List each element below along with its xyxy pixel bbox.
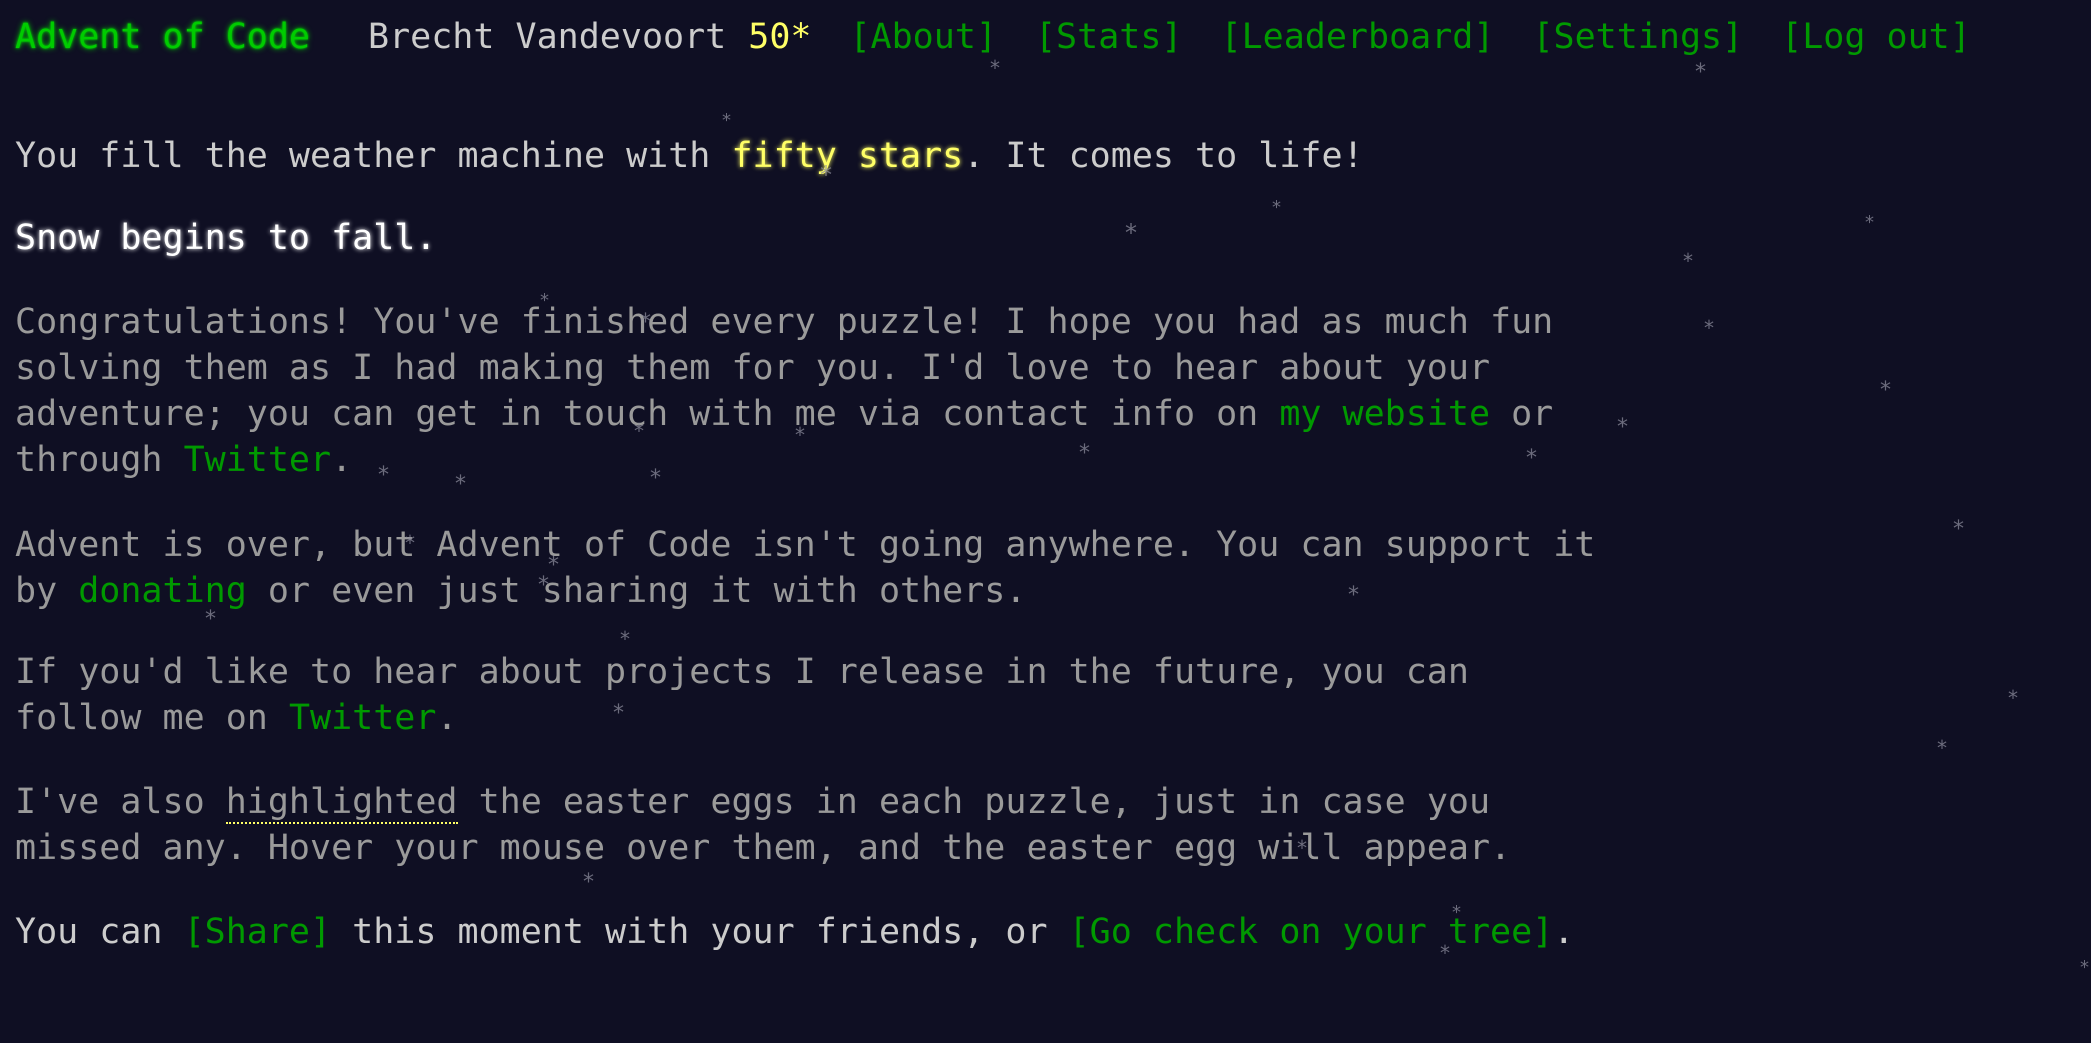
- twitter-link[interactable]: Twitter: [184, 440, 332, 480]
- nav-leaderboard-link[interactable]: [Leaderboard]: [1221, 17, 1495, 57]
- support-paragraph: Advent is over, but Advent of Code isn't…: [15, 522, 1595, 614]
- fifty-stars-text: fifty stars: [731, 136, 964, 176]
- congrats-line-4: through Twitter.: [15, 440, 353, 480]
- easter-eggs-paragraph: I've also highlighted the easter eggs in…: [15, 779, 1511, 871]
- projects-line-2: follow me on Twitter.: [15, 698, 458, 738]
- share-link[interactable]: [Share]: [184, 912, 332, 952]
- snowflake-icon: *: [1272, 197, 1281, 218]
- congrats-line-3: adventure; you can get in touch with me …: [15, 394, 1554, 434]
- check-tree-link[interactable]: [Go check on your tree]: [1069, 912, 1554, 952]
- share-paragraph: You can [Share] this moment with your fr…: [15, 912, 1575, 952]
- easter-eggs-line-1: I've also highlighted the easter eggs in…: [15, 782, 1491, 824]
- nav-stats-link[interactable]: [Stats]: [1035, 17, 1183, 57]
- intro-text-end: . It comes to life!: [963, 136, 1364, 176]
- projects-paragraph: If you'd like to hear about projects I r…: [15, 649, 1469, 741]
- support-line-2: by donating or even just sharing it with…: [15, 571, 1027, 611]
- site-title-link[interactable]: Advent of Code: [15, 17, 310, 57]
- snow-paragraph: Snow begins to fall.: [15, 218, 437, 258]
- intro-text: You fill the weather machine with: [15, 136, 732, 176]
- snowflake-icon: *: [1937, 736, 1947, 760]
- snowflake-icon: *: [1704, 316, 1714, 340]
- snowflake-icon: *: [1125, 219, 1137, 247]
- nav-logout-link[interactable]: [Log out]: [1781, 17, 1971, 57]
- snowflake-icon: *: [2080, 957, 2089, 978]
- nav-about-link[interactable]: [About]: [849, 17, 997, 57]
- support-line-1: Advent is over, but Advent of Code isn't…: [15, 525, 1596, 565]
- follow-twitter-link[interactable]: Twitter: [289, 698, 437, 738]
- snowflake-icon: *: [1953, 517, 1964, 542]
- snowflake-icon: *: [1880, 378, 1891, 403]
- my-website-link[interactable]: my website: [1279, 394, 1490, 434]
- highlighted-easter-egg[interactable]: highlighted: [225, 782, 458, 824]
- congrats-line-1: Congratulations! You've finished every p…: [15, 302, 1554, 342]
- intro-paragraph: You fill the weather machine with fifty …: [15, 133, 1364, 179]
- user-name: Brecht Vandevoort: [368, 17, 727, 57]
- snowflake-icon: *: [1683, 249, 1693, 273]
- congrats-line-2: solving them as I had making them for yo…: [15, 348, 1491, 388]
- snowflake-icon: *: [1617, 415, 1628, 440]
- nav-settings-link[interactable]: [Settings]: [1532, 17, 1743, 57]
- star-count: 50*: [748, 17, 812, 57]
- projects-line-1: If you'd like to hear about projects I r…: [15, 652, 1469, 692]
- donating-link[interactable]: donating: [78, 571, 247, 611]
- congrats-paragraph: Congratulations! You've finished every p…: [15, 299, 1553, 483]
- easter-eggs-line-2: missed any. Hover your mouse over them, …: [15, 828, 1512, 868]
- snowflake-icon: *: [2008, 686, 2018, 710]
- snowflake-icon: *: [1865, 212, 1874, 233]
- header: Advent of Code Brecht Vandevoort 50* [About…: [15, 14, 1971, 60]
